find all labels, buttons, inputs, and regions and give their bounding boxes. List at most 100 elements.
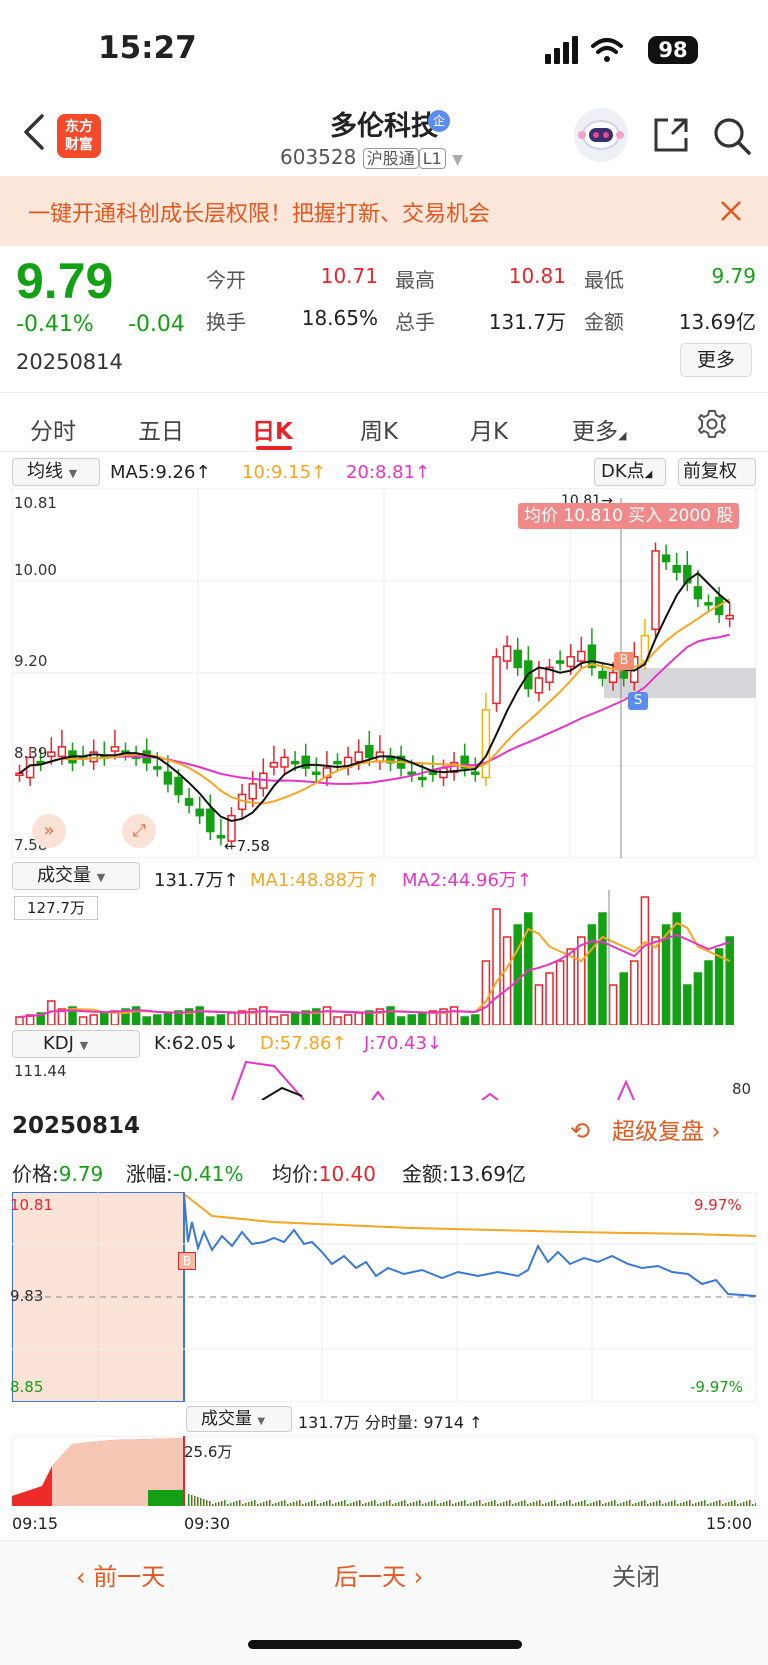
tab-more[interactable]: 更多◢ xyxy=(572,412,626,446)
volume-bar xyxy=(534,984,544,1025)
intraday-volume-select[interactable]: 成交量 ▼ xyxy=(186,1406,292,1432)
candle-body xyxy=(481,709,491,779)
share-icon[interactable] xyxy=(652,116,690,154)
intraday-y-top: 10.81 xyxy=(10,1196,53,1214)
quote-value-high: 10.81 xyxy=(508,264,566,288)
close-icon[interactable] xyxy=(718,198,744,224)
intraday-volume-bar xyxy=(713,1502,715,1506)
kdj-d-text: D:57.86 xyxy=(260,1033,332,1054)
tab-intraday[interactable]: 分时 xyxy=(30,412,76,446)
info-price: 价格:9.79 xyxy=(12,1158,103,1187)
volume-bar xyxy=(322,1006,332,1025)
volume-bar xyxy=(78,1016,88,1025)
super-replay-label: 超级复盘 xyxy=(612,1119,705,1145)
kdj-select[interactable]: KDJ ▼ xyxy=(12,1030,140,1058)
intraday-buy-marker[interactable]: B xyxy=(178,1252,196,1270)
intraday-volume-bar xyxy=(671,1501,673,1506)
volume-bar xyxy=(683,984,692,1025)
kline-chart[interactable] xyxy=(12,488,756,858)
intraday-volume-bar xyxy=(338,1502,340,1506)
intraday-volume-bar xyxy=(212,1504,214,1506)
intraday-volume-bar xyxy=(527,1504,529,1506)
last-price: 9.79 xyxy=(16,253,114,309)
intraday-volume-bar xyxy=(563,1502,565,1506)
indicator-select[interactable]: 均线 ▼ xyxy=(12,458,100,486)
change-percent: -0.41% xyxy=(16,312,94,337)
volume-bar xyxy=(471,1014,480,1025)
candle-body xyxy=(428,771,438,775)
chevron-left-icon: ‹ xyxy=(76,1563,86,1591)
fullscreen-icon[interactable]: ⤢ xyxy=(122,814,156,848)
intraday-volume-bar xyxy=(629,1500,631,1506)
intraday-volume-bar xyxy=(575,1503,577,1506)
intraday-volume-bar xyxy=(602,1504,604,1506)
super-replay-button[interactable]: ⟲ 超级复盘 › xyxy=(570,1112,721,1146)
intraday-volume-bar xyxy=(470,1503,472,1506)
intraday-volume-bar xyxy=(557,1504,559,1506)
tab-monthly-k[interactable]: 月K xyxy=(470,412,508,446)
intraday-volume-bar xyxy=(287,1504,289,1506)
intraday-volume-bar xyxy=(719,1500,721,1506)
info-avg-value: 10.40 xyxy=(318,1162,377,1186)
candle-body xyxy=(407,771,416,775)
tab-daily-k[interactable]: 日K xyxy=(252,412,293,446)
dk-point-button[interactable]: DK点◢ xyxy=(594,458,666,486)
intraday-volume-bar xyxy=(626,1501,628,1506)
ma20-value: 20:8.81↑ xyxy=(346,462,431,483)
intraday-volume-bar xyxy=(260,1503,262,1506)
intraday-volume-bar xyxy=(434,1500,436,1506)
stock-code-row[interactable]: 603528 沪股通 L1 ▼ xyxy=(280,145,463,169)
candle-body xyxy=(471,771,480,775)
intraday-volume-bar xyxy=(392,1504,394,1506)
close-button[interactable]: 关闭 xyxy=(612,1557,660,1592)
candle-body xyxy=(672,565,681,573)
intraday-volume-bar xyxy=(197,1497,199,1506)
intraday-volume-bar xyxy=(329,1500,331,1506)
intraday-volume-bar xyxy=(422,1504,424,1506)
previous-day-button[interactable]: ‹ 前一天 xyxy=(76,1557,165,1592)
next-day-button[interactable]: 后一天 › xyxy=(334,1557,423,1592)
intraday-volume-bar xyxy=(227,1504,229,1506)
tab-weekly-k[interactable]: 周K xyxy=(360,412,398,446)
intraday-volume-bar xyxy=(710,1503,712,1506)
intraday-volume-bar xyxy=(509,1500,511,1506)
intraday-volume-bar xyxy=(656,1501,658,1506)
settings-gear-icon[interactable] xyxy=(696,408,728,440)
adjust-button[interactable]: 前复权 xyxy=(678,458,756,486)
intraday-volume-bar xyxy=(455,1503,457,1506)
intraday-volume-bar xyxy=(353,1502,355,1506)
volume-bar xyxy=(714,948,724,1025)
intraday-volume-bar xyxy=(443,1502,445,1506)
promo-banner-text[interactable]: 一键开通科创成长层权限！把握打新、交易机会 xyxy=(28,196,490,228)
intraday-volume-bar xyxy=(350,1503,352,1506)
ma5-text: MA5:9.26 xyxy=(110,462,196,483)
candle-body xyxy=(248,783,257,800)
intraday-volume-bar xyxy=(560,1503,562,1506)
more-quote-button[interactable]: 更多 xyxy=(680,343,752,377)
expand-left-icon[interactable]: » xyxy=(32,814,66,848)
buy-marker[interactable]: B xyxy=(614,652,634,670)
sell-marker[interactable]: S xyxy=(628,692,648,710)
intraday-volume-bar xyxy=(605,1503,607,1506)
intraday-pct-top: 9.97% xyxy=(694,1196,742,1214)
tab-five-day[interactable]: 五日 xyxy=(138,412,184,446)
intraday-volume-bar xyxy=(593,1502,595,1506)
intraday-chart[interactable] xyxy=(12,1192,756,1402)
volume-bar xyxy=(449,1006,459,1025)
search-icon[interactable] xyxy=(712,116,752,156)
intraday-volume-bar xyxy=(347,1504,349,1506)
dk-caret-icon: ◢ xyxy=(644,469,653,480)
intraday-volume-bar xyxy=(188,1494,190,1506)
info-amount: 金额:13.69亿 xyxy=(402,1158,526,1187)
candle-body xyxy=(206,808,215,833)
intraday-volume-bar xyxy=(290,1503,292,1506)
volume-bar xyxy=(386,1006,395,1025)
volume-bar xyxy=(566,948,575,1025)
ma5-value: MA5:9.26↑ xyxy=(110,462,211,483)
volume-bar xyxy=(206,1016,215,1025)
volume-select[interactable]: 成交量 ▼ xyxy=(12,862,140,890)
quote-label-turnover: 换手 xyxy=(206,310,246,334)
intraday-volume-chart xyxy=(12,1436,756,1506)
intraday-volume-bar xyxy=(734,1500,736,1506)
ai-assistant-icon[interactable] xyxy=(574,108,628,162)
